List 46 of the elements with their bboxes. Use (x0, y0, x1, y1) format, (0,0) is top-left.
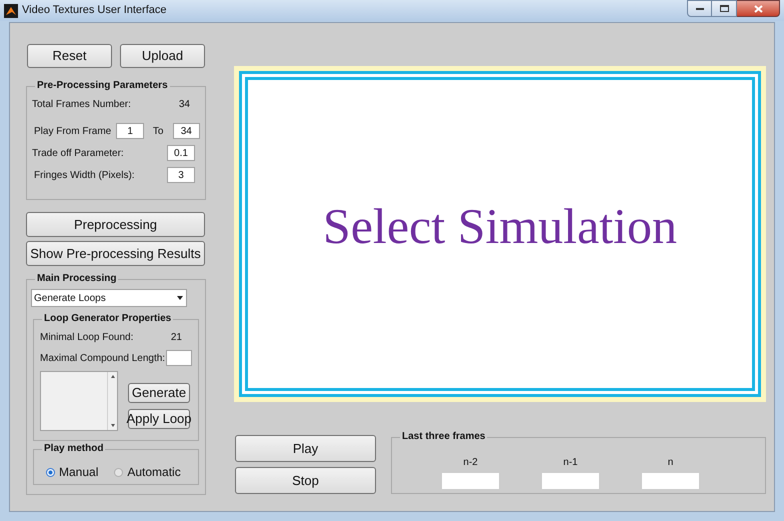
radio-option[interactable]: Automatic (114, 463, 181, 481)
field-label: 21 (170, 331, 182, 345)
group-title: Play method (42, 442, 106, 456)
field-label: n-2 (463, 456, 478, 470)
field-label: Play From Frame (34, 124, 112, 138)
push-button[interactable]: Preprocessing (26, 212, 205, 237)
app-logo-icon (4, 4, 18, 18)
input-field[interactable]: 1 (116, 123, 144, 139)
push-button[interactable]: Play (235, 435, 376, 462)
scrollbar[interactable] (107, 372, 117, 430)
maximize-button[interactable] (712, 0, 737, 17)
input-field[interactable]: 3 (167, 167, 195, 183)
field-label: Total Frames Number: (32, 98, 131, 112)
field-label: n (668, 456, 674, 470)
close-button[interactable] (737, 0, 780, 17)
field-label: Trade off Parameter: (32, 146, 124, 160)
minimize-button[interactable] (687, 0, 712, 17)
list-box[interactable] (40, 371, 118, 431)
input-field[interactable]: 0.1 (167, 145, 195, 161)
display-text: Select Simulation (322, 196, 678, 256)
group-title: Pre-Processing Parameters (35, 79, 170, 93)
dropdown[interactable]: Generate Loops (31, 289, 187, 307)
input-field[interactable] (542, 473, 599, 489)
field-label: Minimal Loop Found: (40, 331, 134, 345)
group-title: Main Processing (35, 272, 118, 286)
scroll-up-icon (110, 375, 114, 378)
field-label: Fringes Width (Pixels): (34, 168, 135, 182)
field-label: 34 (178, 98, 190, 112)
input-field[interactable] (642, 473, 699, 489)
push-button[interactable]: Upload (120, 44, 205, 68)
scroll-down-icon (110, 424, 114, 427)
group-title: Loop Generator Properties (42, 312, 174, 326)
push-button[interactable]: Stop (235, 467, 376, 494)
push-button[interactable]: Reset (27, 44, 112, 68)
push-button[interactable]: Generate (128, 383, 190, 403)
window-title: Video Textures User Interface (22, 3, 167, 18)
field-label: To (152, 124, 164, 138)
radio-option[interactable]: Manual (46, 463, 98, 481)
dropdown-arrow-icon (177, 296, 183, 300)
input-field[interactable]: 34 (172, 123, 200, 139)
close-icon (754, 4, 762, 12)
field-label: Maximal Compound Length: (40, 352, 166, 366)
field-label: n-1 (563, 456, 578, 470)
input-field[interactable] (166, 350, 192, 366)
input-field[interactable] (442, 473, 499, 489)
push-button[interactable]: Show Pre-processing Results (26, 241, 205, 266)
